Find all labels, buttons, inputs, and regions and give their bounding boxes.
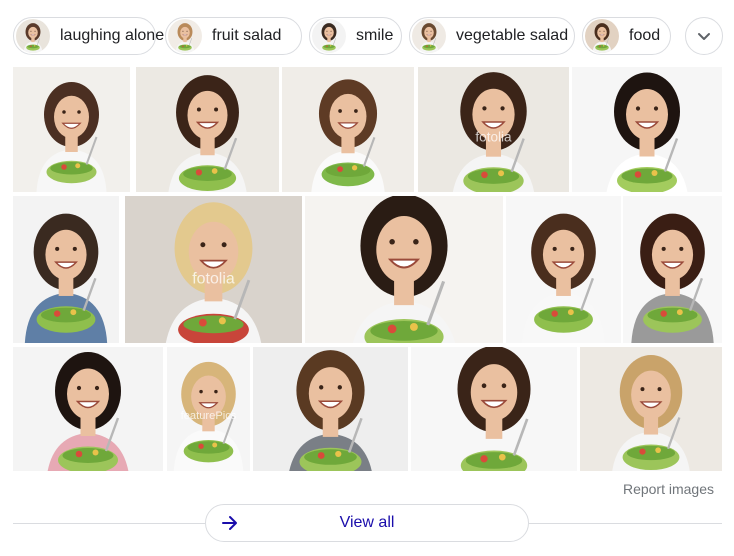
result-thumbnail: fotolia (125, 196, 302, 343)
image-result-woman-thinking-salad[interactable] (253, 347, 408, 471)
image-result-woman-blonde-laughing[interactable]: fotolia (125, 196, 302, 343)
chip-thumbnail (312, 19, 346, 53)
result-thumbnail (623, 196, 722, 343)
image-result-woman-grey-shirt-salad[interactable] (623, 196, 722, 343)
image-result-woman-kitchen-salad-1[interactable] (136, 67, 279, 192)
image-result-woman-blonde-salad[interactable]: featurePics (167, 347, 250, 471)
image-result-woman-laughing-salad-1[interactable] (13, 67, 130, 192)
divider-right (529, 523, 722, 524)
chip-vegetable-salad[interactable]: vegetable salad (409, 17, 575, 55)
image-result-woman-smiling-salad-2[interactable] (572, 67, 722, 192)
chip-thumbnail (16, 19, 50, 53)
chip-thumbnail-image (312, 19, 346, 53)
chip-label: smile (356, 27, 394, 44)
chip-smile[interactable]: smile (309, 17, 402, 55)
image-result-woman-laughing-bowl[interactable] (580, 347, 722, 471)
image-result-woman-holding-salad[interactable] (506, 196, 621, 343)
watermark-text: fotolia (192, 271, 235, 288)
chip-thumbnail-image (412, 19, 446, 53)
image-result-woman-laughing-salad-2[interactable]: fotolia (418, 67, 569, 192)
image-result-man-smiling-salad[interactable] (13, 196, 119, 343)
chip-label: laughing alone (60, 27, 165, 44)
result-thumbnail (282, 67, 414, 192)
image-grid: fotolia fotolia featurePics (13, 67, 722, 471)
chip-label: food (629, 27, 661, 44)
result-thumbnail (580, 347, 722, 471)
view-all-label: View all (339, 514, 395, 531)
image-result-woman-fork-salad[interactable] (411, 347, 577, 471)
result-thumbnail (305, 196, 503, 343)
chip-thumbnail (412, 19, 446, 53)
result-thumbnail (411, 347, 577, 471)
chip-fruit-salad[interactable]: fruit salad (165, 17, 302, 55)
result-thumbnail (506, 196, 621, 343)
divider-left (13, 523, 205, 524)
image-result-woman-lying-salad[interactable] (305, 196, 503, 343)
result-thumbnail (13, 347, 163, 471)
chip-thumbnail-image (168, 19, 202, 53)
image-result-woman-pink-shirt-salad[interactable] (13, 347, 163, 471)
chip-laughing-alone[interactable]: laughing alone (13, 17, 164, 55)
result-thumbnail (136, 67, 279, 192)
related-search-chips: laughing alone fruit salad smile vegetab… (13, 17, 723, 57)
result-thumbnail: featurePics (167, 347, 250, 471)
result-thumbnail: fotolia (418, 67, 569, 192)
chip-label: vegetable salad (456, 27, 569, 44)
chip-thumbnail-image (585, 19, 619, 53)
chip-thumbnail (585, 19, 619, 53)
report-images-link[interactable]: Report images (623, 481, 714, 497)
result-thumbnail (13, 67, 130, 192)
chip-thumbnail (168, 19, 202, 53)
chevron-down-icon (698, 33, 710, 40)
image-result-woman-smiling-salad-1[interactable] (282, 67, 414, 192)
result-thumbnail (253, 347, 408, 471)
watermark-text: featurePics (181, 410, 237, 422)
expand-chips-button[interactable] (685, 17, 723, 55)
chip-food[interactable]: food (582, 17, 671, 55)
result-thumbnail (572, 67, 722, 192)
chip-thumbnail-image (16, 19, 50, 53)
view-all-button[interactable]: View all (205, 504, 529, 542)
chip-label: fruit salad (212, 27, 282, 44)
result-thumbnail (13, 196, 119, 343)
watermark-text: fotolia (475, 130, 512, 145)
